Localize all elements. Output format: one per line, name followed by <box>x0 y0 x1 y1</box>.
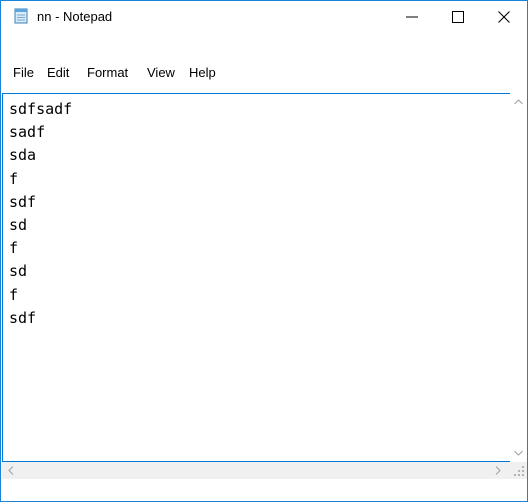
close-icon <box>498 10 510 23</box>
title-bar[interactable]: nn - Notepad <box>1 1 527 32</box>
minimize-button[interactable] <box>389 1 435 32</box>
menu-help[interactable]: Help <box>189 65 216 80</box>
menu-file[interactable]: File <box>13 65 34 80</box>
size-grip[interactable] <box>510 462 527 479</box>
menu-format[interactable]: Format <box>87 65 128 80</box>
text-editor[interactable]: sdfsadf sadf sda f sdf sd f sd f sdf <box>2 93 512 462</box>
window-title: nn - Notepad <box>37 9 113 24</box>
notepad-icon <box>14 8 28 24</box>
editor-content[interactable]: sdfsadf sadf sda f sdf sd f sd f sdf <box>9 98 72 330</box>
maximize-icon <box>452 10 464 23</box>
minimize-icon <box>406 16 418 17</box>
horizontal-scrollbar[interactable] <box>2 462 510 479</box>
resize-grip-icon <box>514 466 524 476</box>
maximize-button[interactable] <box>435 1 481 32</box>
scroll-left-icon[interactable] <box>8 466 14 475</box>
notepad-window: nn - Notepad File Edit Format View Help … <box>0 0 528 502</box>
close-button[interactable] <box>481 1 527 32</box>
scroll-right-icon[interactable] <box>495 466 501 475</box>
menu-view[interactable]: View <box>147 65 175 80</box>
menu-edit[interactable]: Edit <box>47 65 69 80</box>
scroll-down-icon[interactable] <box>514 450 523 456</box>
vertical-scrollbar[interactable] <box>510 93 527 462</box>
scroll-up-icon[interactable] <box>514 99 523 105</box>
